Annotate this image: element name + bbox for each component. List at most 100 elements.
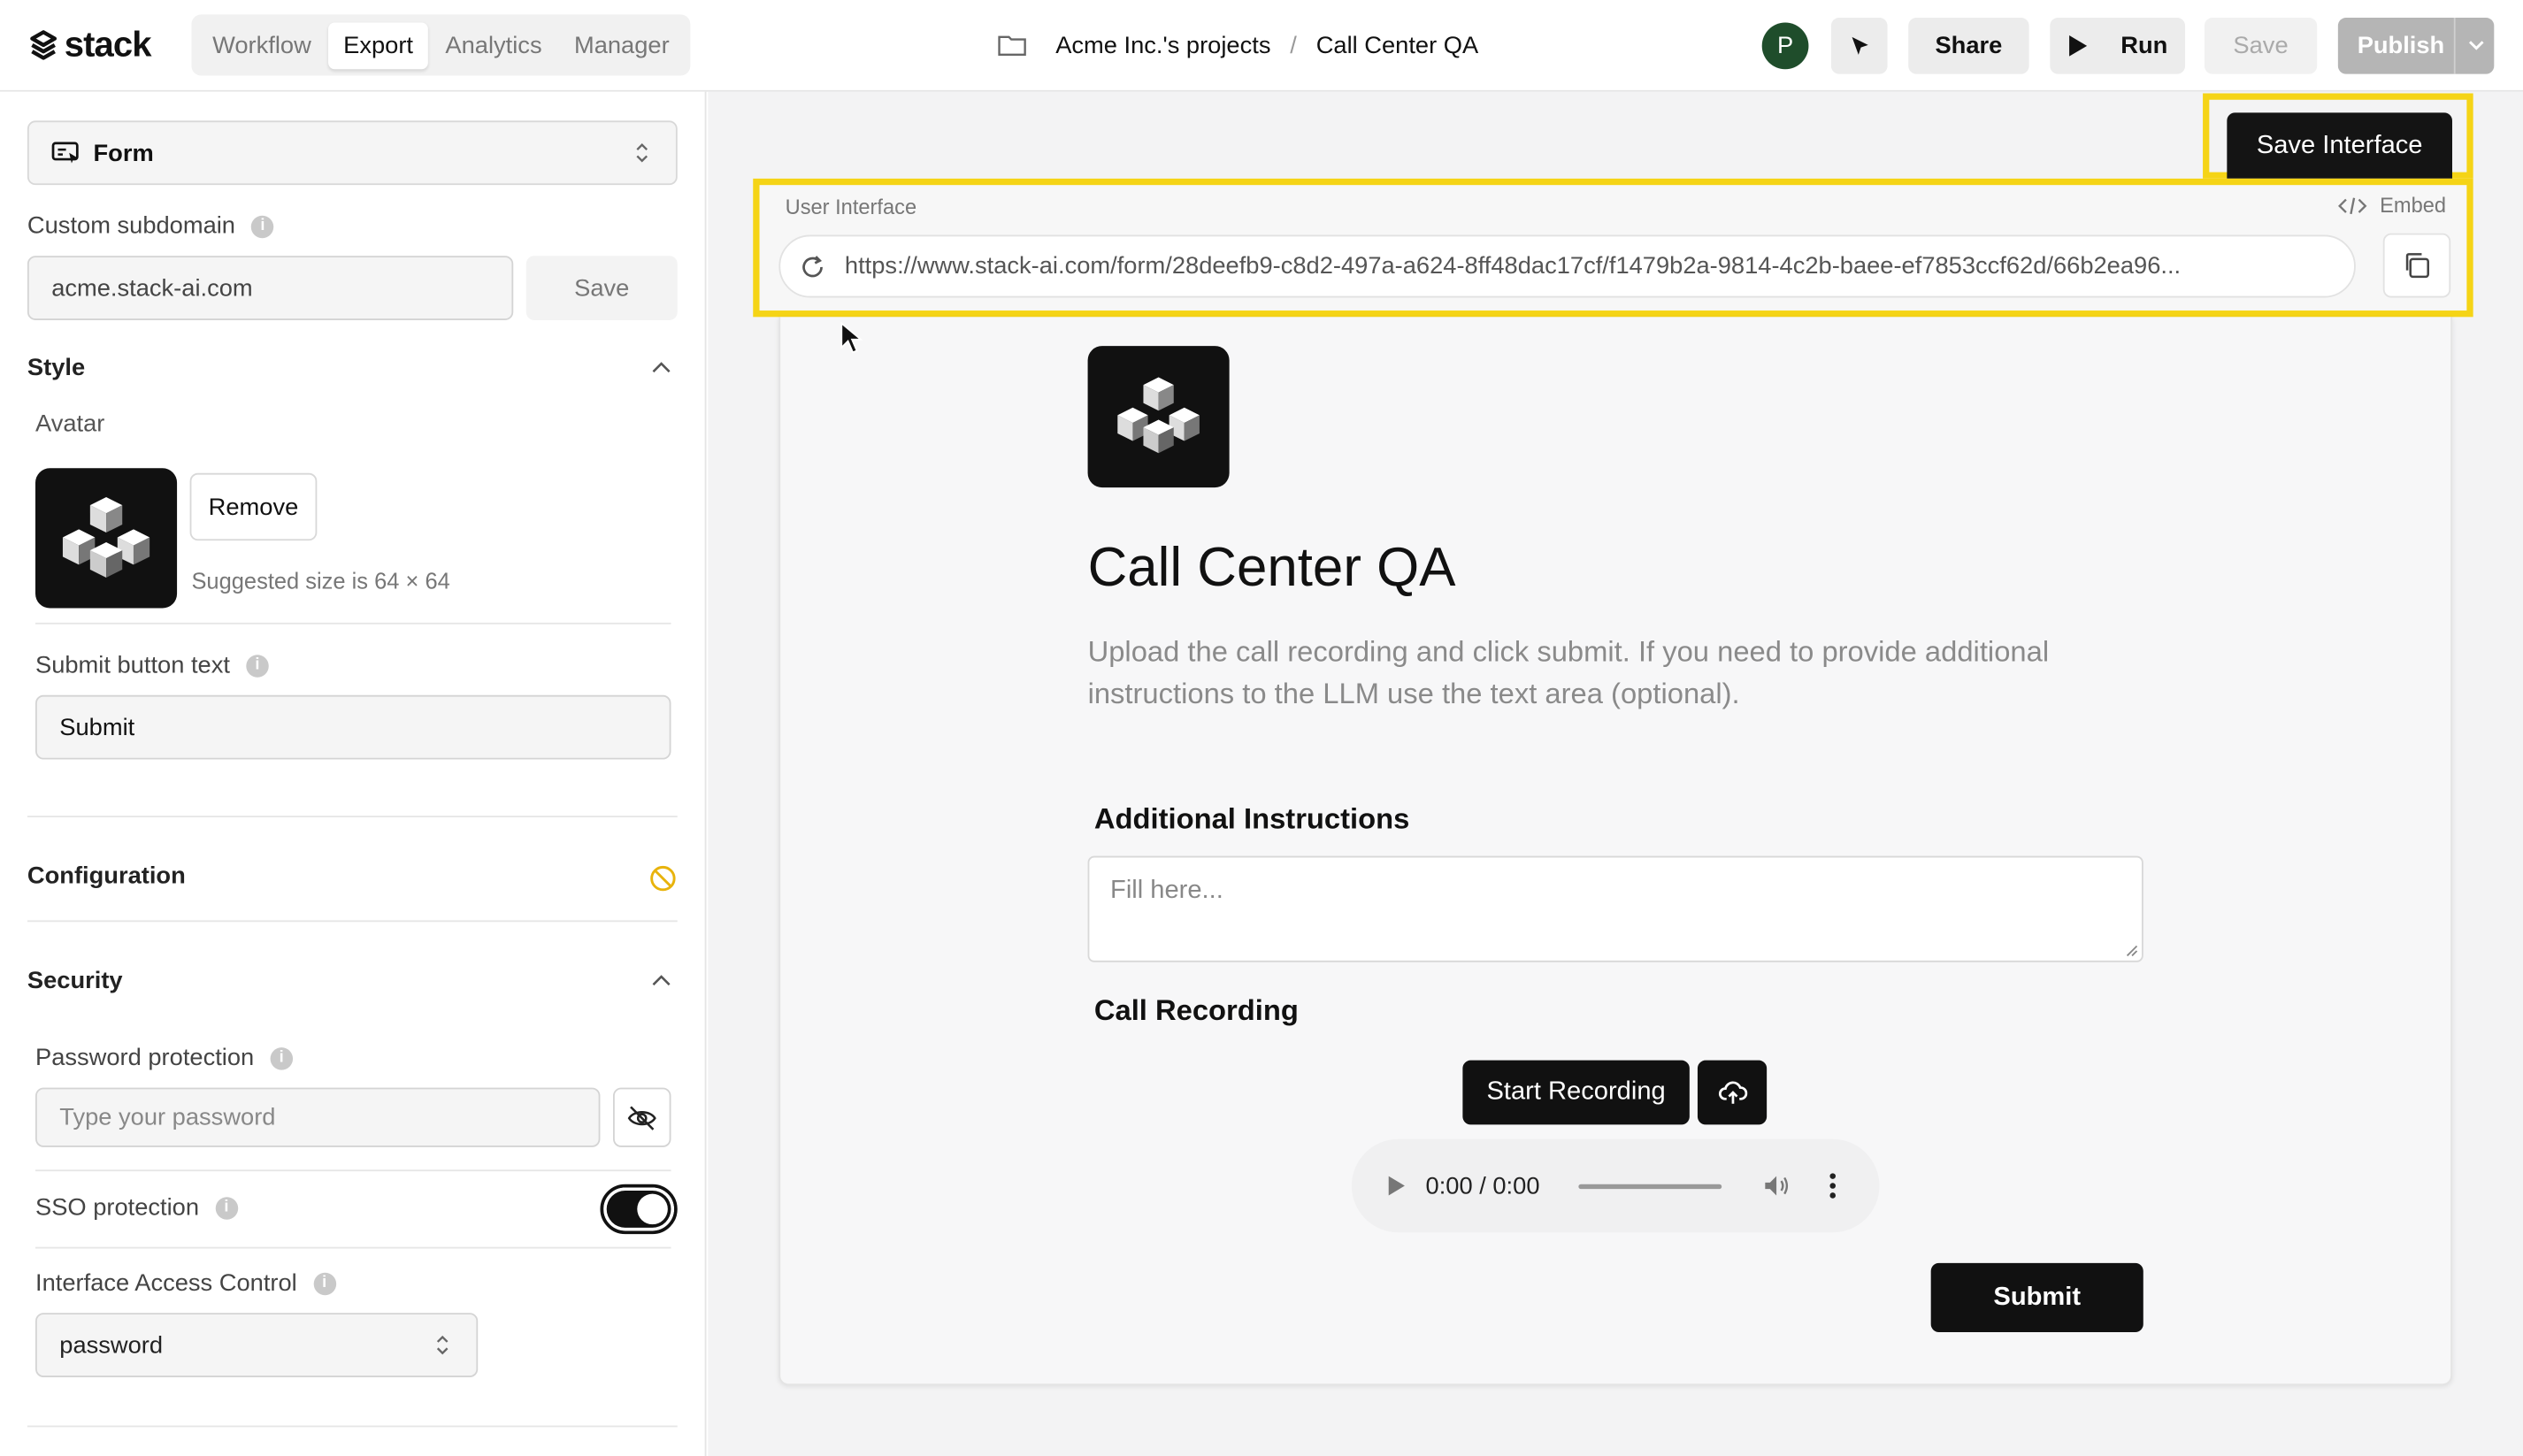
form-icon: [51, 142, 79, 164]
save-interface-button[interactable]: Save Interface: [2227, 112, 2453, 179]
sso-toggle[interactable]: [600, 1184, 678, 1235]
copy-icon: [2405, 253, 2429, 279]
avatar-label: Avatar: [35, 410, 105, 438]
upload-recording-button[interactable]: [1697, 1060, 1768, 1125]
copy-url-button[interactable]: [2382, 233, 2451, 298]
interface-type-value: Form: [93, 139, 154, 167]
mouse-pointer-icon: [840, 321, 863, 354]
toggle-knob: [637, 1193, 668, 1225]
breadcrumb-project[interactable]: Acme Inc.'s projects: [1055, 31, 1270, 58]
settings-panel: Form Custom subdomain i acme.stack-ai.co…: [0, 91, 707, 1456]
submit-button[interactable]: Submit: [1930, 1262, 2143, 1333]
publish-label: Publish: [2357, 32, 2445, 60]
warning-ban-icon: [650, 865, 676, 892]
instructions-heading: Additional Instructions: [1093, 802, 1410, 836]
breadcrumb-separator: /: [1290, 31, 1297, 59]
custom-subdomain-label-text: Custom subdomain: [27, 212, 235, 241]
subdomain-input[interactable]: acme.stack-ai.com: [27, 256, 514, 320]
form-title: Call Center QA: [1087, 537, 1456, 599]
divider: [27, 920, 678, 923]
avatar-size-hint: Suggested size is 64 × 64: [191, 568, 450, 594]
interface-url-text: https://www.stack-ai.com/form/28deefb9-c…: [844, 252, 2182, 280]
chevron-updown-icon: [436, 1335, 449, 1355]
interface-url-field[interactable]: https://www.stack-ai.com/form/28deefb9-c…: [778, 234, 2356, 298]
cursor-icon: [1851, 35, 1867, 54]
breadcrumb: Acme Inc.'s projects / Call Center QA: [998, 26, 1478, 65]
play-icon: [2069, 35, 2088, 57]
submit-text-label: Submit button text i: [35, 652, 269, 679]
chevron-up-icon[interactable]: [650, 359, 672, 375]
style-section-title[interactable]: Style: [27, 354, 85, 381]
divider: [35, 1246, 671, 1249]
embed-label: Embed: [2380, 193, 2447, 218]
security-section-title[interactable]: Security: [27, 967, 123, 994]
share-button[interactable]: Share: [1908, 18, 2029, 74]
publish-divider: [2453, 18, 2456, 74]
tab-export[interactable]: Export: [328, 21, 428, 69]
sso-label-text: SSO protection: [35, 1193, 200, 1222]
avatar-image: [35, 468, 178, 609]
sso-label: SSO protection i: [35, 1194, 238, 1222]
chevron-up-icon[interactable]: [650, 972, 672, 988]
eye-off-icon: [627, 1105, 656, 1130]
toggle-password-visibility-button[interactable]: [613, 1087, 671, 1147]
save-button[interactable]: Save: [2204, 18, 2318, 74]
divider: [35, 622, 671, 625]
cubes-logo-icon: [1117, 377, 1200, 454]
remove-avatar-button[interactable]: Remove: [189, 472, 318, 541]
cloud-upload-icon: [1718, 1081, 1747, 1104]
custom-subdomain-label: Custom subdomain i: [27, 212, 274, 240]
info-icon[interactable]: i: [215, 1196, 238, 1219]
info-icon[interactable]: i: [246, 654, 269, 677]
code-icon: [2338, 196, 2367, 214]
subdomain-save-button[interactable]: Save: [525, 256, 678, 320]
info-icon[interactable]: i: [270, 1046, 293, 1069]
user-interface-label: User Interface: [785, 195, 917, 219]
tab-manager[interactable]: Manager: [560, 22, 684, 69]
divider: [35, 1169, 671, 1172]
volume-icon[interactable]: [1762, 1171, 1791, 1200]
access-control-label-text: Interface Access Control: [35, 1269, 297, 1298]
info-icon[interactable]: i: [251, 214, 274, 238]
recording-heading: Call Recording: [1093, 994, 1299, 1027]
start-recording-button[interactable]: Start Recording: [1462, 1060, 1690, 1125]
access-control-value: password: [59, 1331, 164, 1360]
submit-text-label-text: Submit button text: [35, 651, 230, 679]
folder-icon: [998, 35, 1026, 57]
audio-player: 0:00 / 0:00: [1351, 1138, 1880, 1233]
cursor-mode-button[interactable]: [1830, 18, 1888, 74]
run-label: Run: [2120, 32, 2168, 60]
logo-text: stack: [64, 24, 152, 65]
instructions-placeholder: Fill here...: [1110, 877, 1223, 905]
stack-logo[interactable]: stack: [27, 22, 151, 67]
more-vertical-icon[interactable]: [1828, 1171, 1837, 1200]
resize-handle-icon[interactable]: [2124, 943, 2138, 957]
embed-link[interactable]: Embed: [2338, 193, 2447, 218]
password-label-text: Password protection: [35, 1044, 255, 1072]
info-icon[interactable]: i: [312, 1271, 336, 1295]
publish-button[interactable]: Publish: [2337, 18, 2495, 74]
run-button[interactable]: Run: [2050, 18, 2186, 74]
instructions-textarea[interactable]: Fill here...: [1087, 855, 2143, 962]
cubes-logo-icon: [62, 496, 150, 578]
user-avatar[interactable]: P: [1761, 22, 1809, 70]
chevron-down-icon[interactable]: [2464, 32, 2489, 57]
top-bar: stack Workflow Export Analytics Manager …: [0, 0, 2523, 92]
access-control-label: Interface Access Control i: [35, 1269, 336, 1298]
configuration-section-title[interactable]: Configuration: [27, 862, 186, 890]
password-label: Password protection i: [35, 1044, 293, 1071]
nav-tabs: Workflow Export Analytics Manager: [191, 14, 691, 76]
stack-logo-icon: [30, 30, 58, 60]
audio-progress-slider[interactable]: [1578, 1184, 1722, 1190]
access-control-select[interactable]: password: [35, 1313, 479, 1377]
divider: [27, 816, 678, 818]
refresh-icon[interactable]: [800, 253, 825, 279]
submit-text-input[interactable]: Submit: [35, 694, 671, 760]
divider: [27, 1425, 678, 1428]
password-input[interactable]: Type your password: [35, 1087, 601, 1147]
tab-workflow[interactable]: Workflow: [198, 22, 326, 69]
play-icon[interactable]: [1387, 1175, 1407, 1197]
tab-analytics[interactable]: Analytics: [431, 22, 556, 69]
interface-type-select[interactable]: Form: [27, 120, 678, 186]
form-description: Upload the call recording and click subm…: [1087, 635, 2050, 710]
